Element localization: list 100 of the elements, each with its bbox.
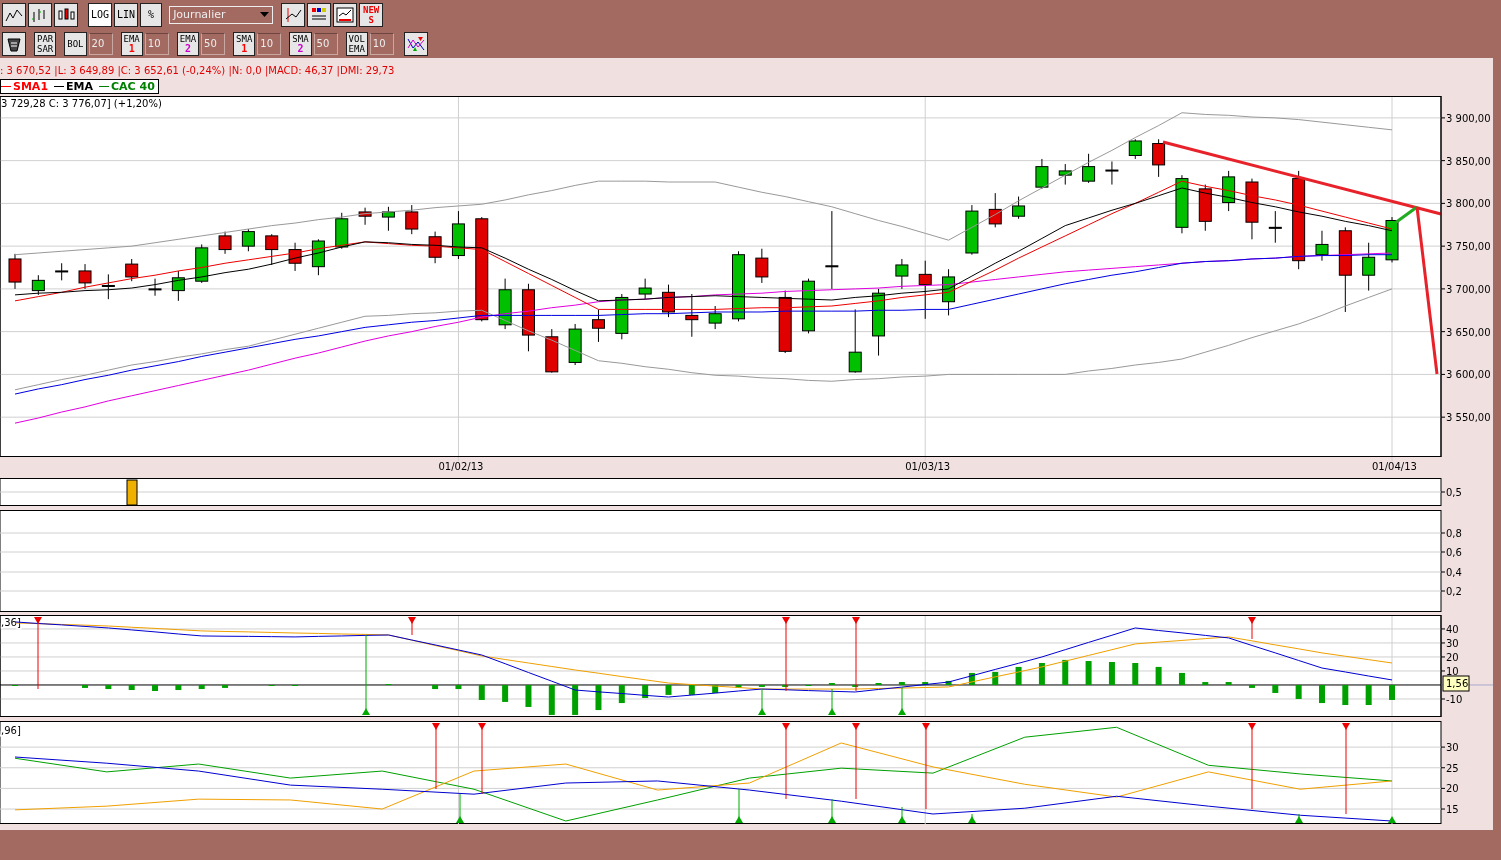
- indicator-button[interactable]: PAR SAR: [34, 31, 57, 56]
- candlestick-icon-button[interactable]: [54, 2, 78, 27]
- candlestick: [335, 212, 349, 250]
- legend-item: CAC 40: [99, 80, 155, 93]
- candlestick: [1385, 216, 1399, 263]
- axis-tick-label: 3 550,00: [1446, 412, 1491, 424]
- indicator-button[interactable]: EMA 1: [120, 31, 143, 56]
- axis-tick-label: 30: [1446, 742, 1459, 754]
- candlestick: [615, 293, 629, 340]
- candlestick: [148, 278, 162, 297]
- quote-info-line: : 3 670,52 |L: 3 649,89 |C: 3 652,61 (-0,24%) |N: 0,0 |MACD: 46,37 |DMI: 29,73: [0, 65, 396, 79]
- axis-tick-label: 3 800,00: [1446, 198, 1491, 210]
- axis-tick-label: 0,6: [1446, 547, 1462, 558]
- candlestick: [311, 238, 325, 276]
- candlestick: [498, 278, 512, 330]
- indicator-button[interactable]: EMA 2: [176, 31, 200, 56]
- indicator-button[interactable]: SMA 2: [289, 31, 312, 56]
- date-label: 01/03/13: [905, 461, 951, 472]
- candlestick: [195, 243, 209, 284]
- axis-tick-label: 0,5: [1446, 487, 1462, 498]
- trash-icon: [5, 35, 23, 52]
- candlestick: [638, 278, 652, 300]
- candlestick: [358, 207, 372, 226]
- line-chart-button[interactable]: [2, 2, 26, 27]
- candlestick: [778, 290, 792, 354]
- candlestick-icon-icon: [57, 6, 75, 23]
- scale-button[interactable]: LIN: [114, 2, 139, 27]
- candlestick: [592, 308, 605, 343]
- period-input-field[interactable]: 10: [144, 32, 169, 55]
- candlestick: [381, 206, 395, 232]
- indicator-button[interactable]: SMA 1: [233, 31, 256, 56]
- axis-tick-label: 10: [1446, 665, 1459, 677]
- candlestick: [405, 204, 419, 235]
- indicator-chart-icon: [336, 6, 355, 23]
- candlestick: [965, 204, 979, 256]
- period-input-field[interactable]: 50: [313, 32, 338, 55]
- candlestick: [568, 323, 582, 366]
- axis-tick-label: 15: [1446, 804, 1459, 816]
- candlestick: [1082, 153, 1096, 184]
- axis-tick-label: 3 900,00: [1446, 112, 1491, 124]
- candlestick: [895, 258, 909, 290]
- candlestick: [545, 328, 559, 374]
- candlestick: [1362, 242, 1376, 292]
- candlestick: [1268, 210, 1282, 244]
- chart-settings-button[interactable]: [281, 2, 306, 27]
- crossing-lines-button[interactable]: [403, 31, 428, 56]
- bar-chart-button[interactable]: [28, 2, 52, 27]
- candlestick: [78, 263, 92, 290]
- period-input-field[interactable]: 50: [201, 32, 226, 55]
- value-box: 1,56: [1442, 675, 1470, 692]
- scale-button[interactable]: LOG: [88, 2, 113, 27]
- period-input-field[interactable]: 20: [88, 32, 113, 55]
- axis-tick-label: 3 600,00: [1446, 369, 1491, 381]
- period-input-field[interactable]: 10: [257, 32, 282, 55]
- candlestick: [942, 268, 956, 316]
- axis-tick-label: 30: [1446, 637, 1459, 649]
- indicator-button[interactable]: VOL EMA: [345, 31, 368, 56]
- candlestick: [1105, 161, 1119, 186]
- candlestick: [848, 308, 862, 374]
- candlestick: [1152, 138, 1166, 178]
- axis-tick-label: 0,4: [1446, 567, 1462, 578]
- candlestick: [101, 273, 115, 300]
- axis-tick-label: 0,2: [1446, 586, 1462, 597]
- candlestick: [171, 270, 185, 302]
- indicator-button[interactable]: BOL: [64, 31, 87, 56]
- period-select[interactable]: Journalier: [169, 5, 274, 24]
- candlestick: [872, 288, 886, 357]
- indicator-chart-button[interactable]: [333, 2, 358, 27]
- axis-tick-label: 20: [1446, 651, 1459, 663]
- legend-item: SMA1: [1, 80, 49, 93]
- panel-caption: ,36]: [1, 617, 21, 628]
- trash-button[interactable]: [2, 31, 26, 56]
- candlestick: [662, 284, 675, 318]
- candlestick: [1058, 163, 1072, 186]
- period-input-field[interactable]: 10: [369, 32, 394, 55]
- candlestick: [802, 278, 816, 334]
- candlestick: [1012, 196, 1026, 220]
- candlestick: [31, 274, 45, 296]
- candlestick: [218, 231, 232, 255]
- scale-button[interactable]: %: [140, 2, 163, 27]
- axis-tick-label: -10: [1446, 694, 1463, 705]
- caret-icon: [260, 12, 270, 17]
- candlestick: [241, 228, 255, 252]
- candlestick: [1175, 174, 1189, 234]
- candlestick: [428, 231, 442, 264]
- volume-bar: [126, 479, 138, 506]
- crossing-lines-icon: [406, 35, 425, 52]
- axis-tick-label: 3 650,00: [1446, 326, 1491, 338]
- news-button[interactable]: NEWS: [359, 2, 384, 27]
- candlestick: [1222, 170, 1236, 212]
- color-palette-button[interactable]: [307, 2, 332, 27]
- axis-tick-label: 3 700,00: [1446, 283, 1491, 295]
- candlestick: [55, 262, 69, 281]
- candlestick: [1035, 158, 1049, 190]
- axis-tick-label: 0,8: [1446, 528, 1462, 539]
- candlestick: [451, 210, 465, 260]
- candlestick: [755, 248, 769, 284]
- candlestick: [265, 233, 279, 266]
- candlestick: [125, 258, 139, 282]
- candlestick: [1198, 184, 1212, 232]
